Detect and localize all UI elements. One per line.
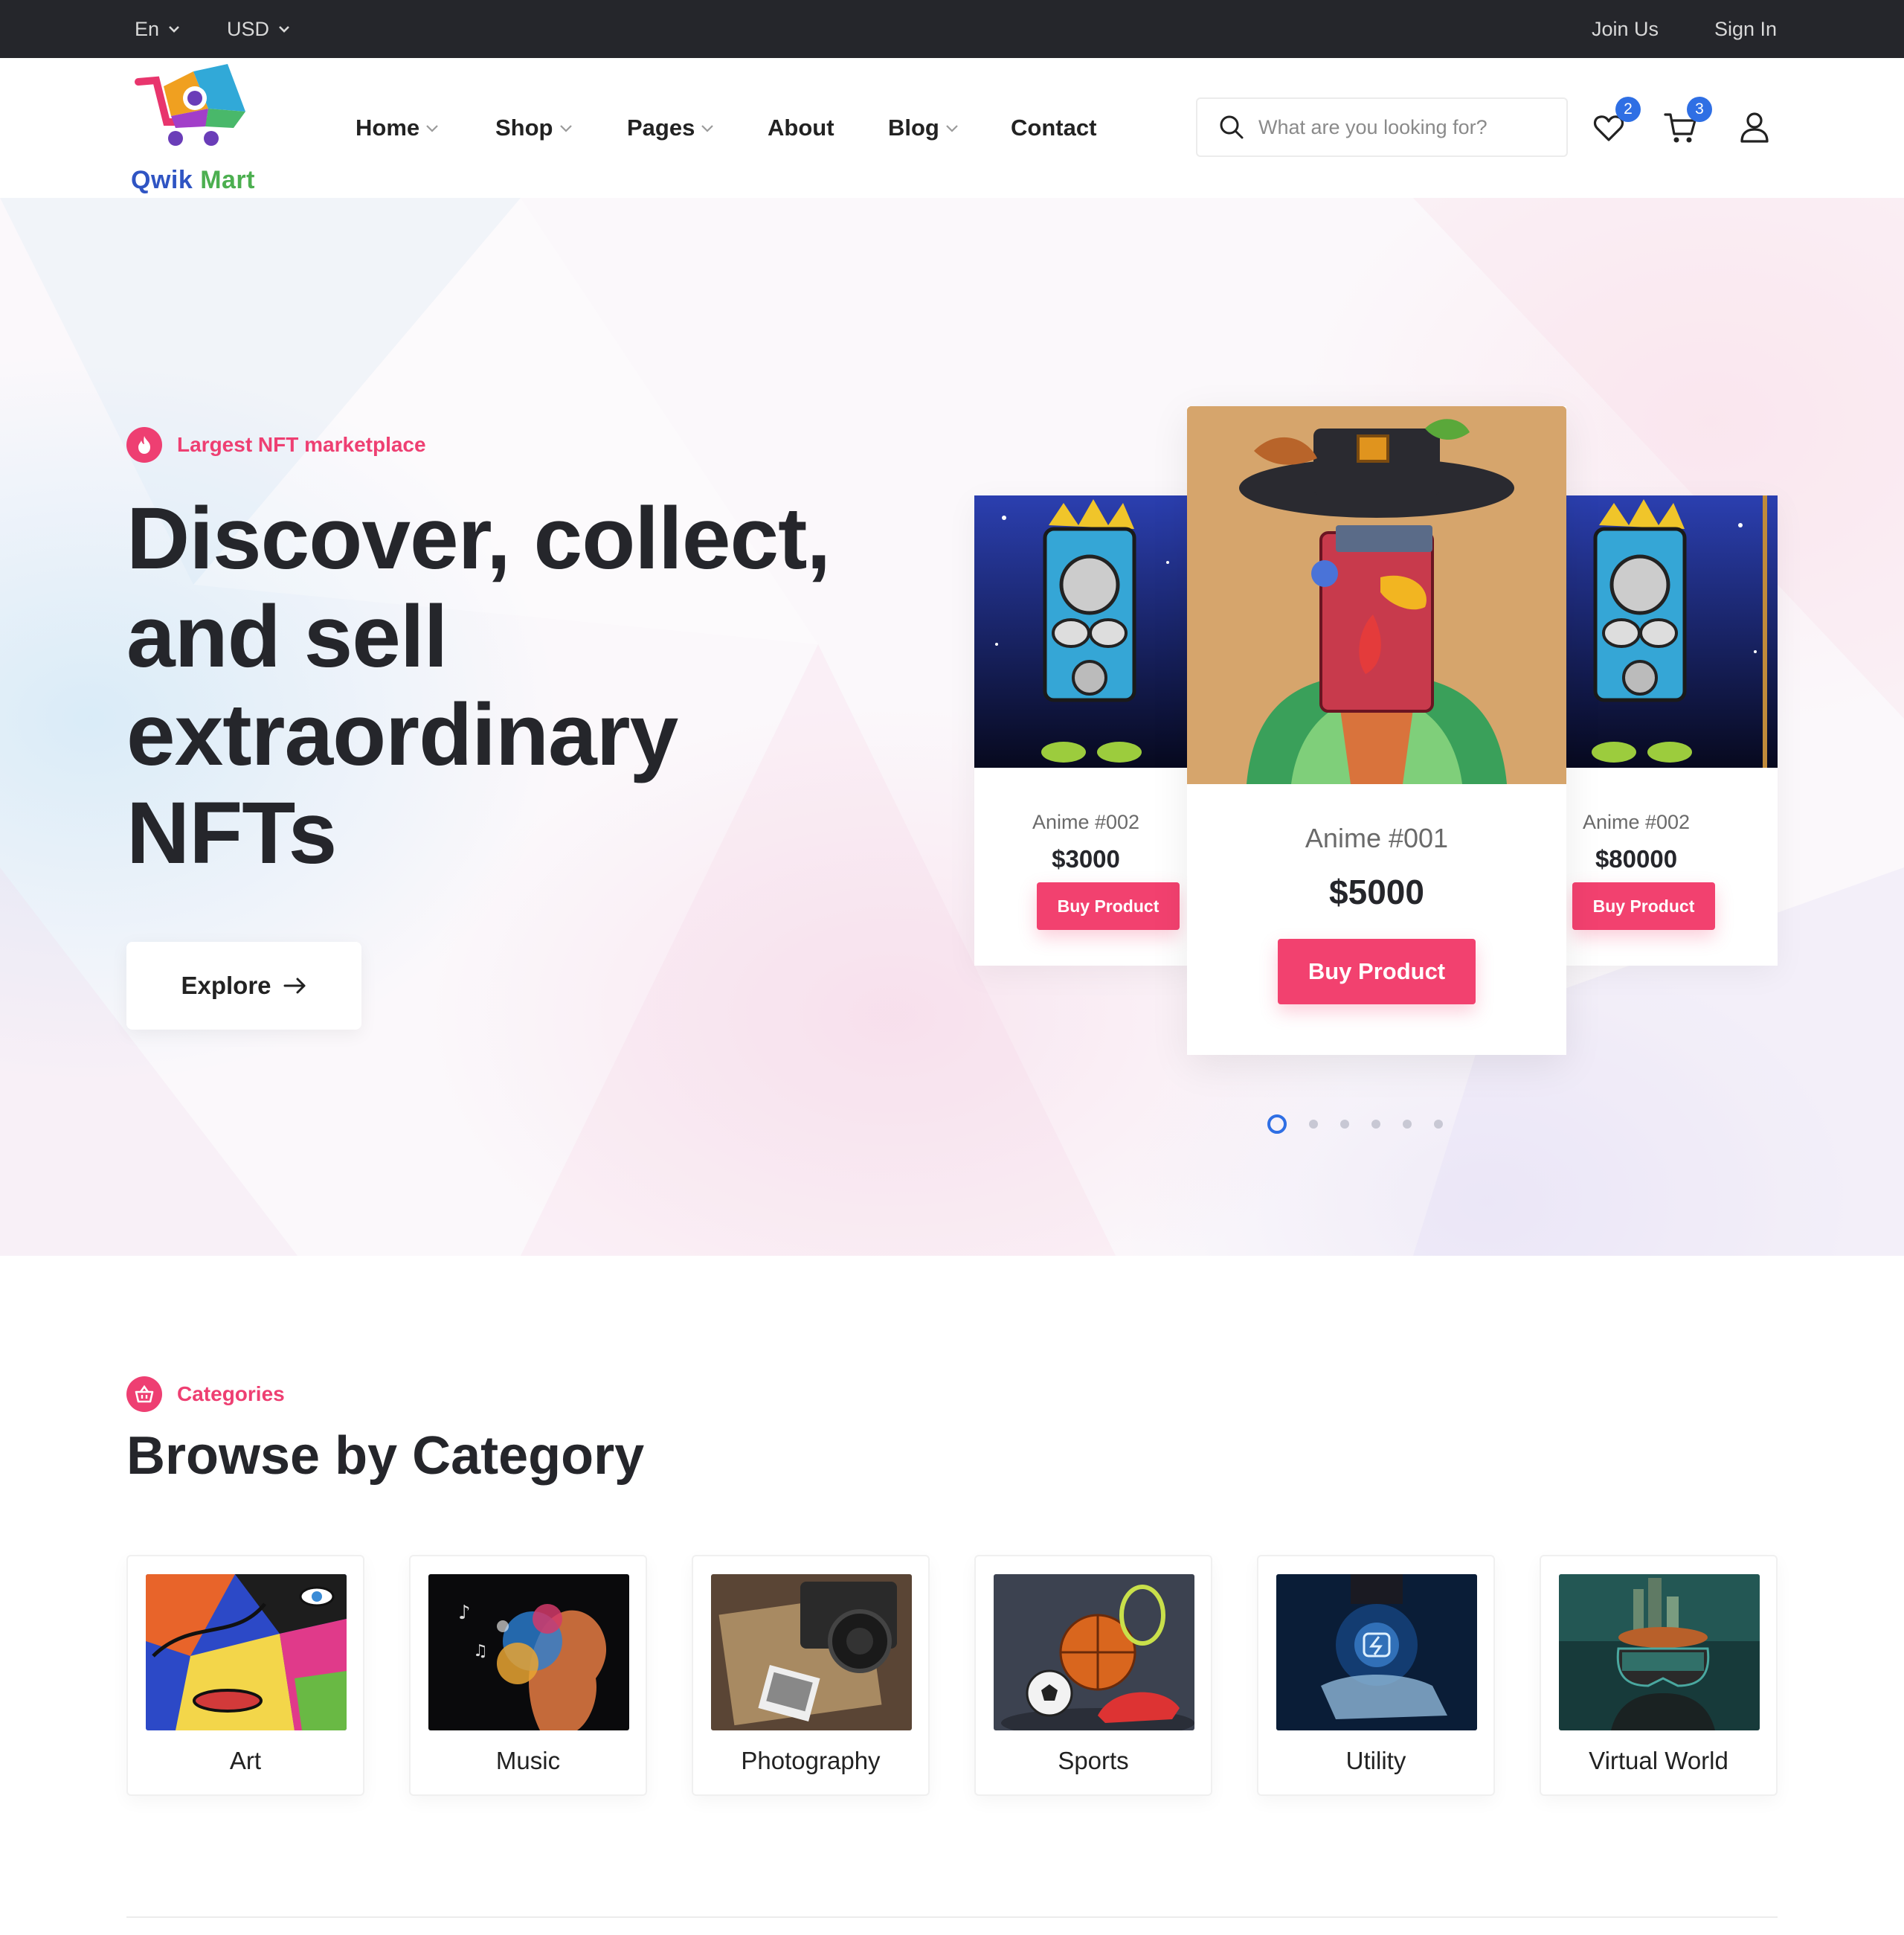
site-header: Qwik Mart Home Shop Pages About Blog Con… (0, 58, 1904, 198)
category-label: Utility (1345, 1747, 1406, 1774)
nft-name: Anime #001 (1305, 823, 1449, 853)
nft-name: Anime #002 (1032, 811, 1140, 833)
cart-button[interactable]: 3 (1663, 97, 1712, 147)
chevron-down-icon (946, 125, 958, 132)
language-selector[interactable]: En (135, 0, 181, 58)
search-input[interactable] (1258, 115, 1548, 139)
svg-text:♫: ♫ (473, 1642, 488, 1660)
chevron-down-icon (426, 125, 438, 132)
nav-home[interactable]: Home (356, 58, 440, 198)
logo-wordmark: Qwik Mart (131, 166, 255, 195)
nft-price: $3000 (1052, 845, 1120, 873)
user-icon (1740, 112, 1769, 143)
logo-word-mart: Mart (200, 166, 255, 194)
category-image-music: ♪ ♫ (428, 1574, 629, 1730)
nft-artwork-rooster[interactable] (1187, 406, 1566, 784)
logo-word-qwik: Qwik (131, 166, 193, 194)
join-us-link[interactable]: Join Us (1592, 0, 1659, 58)
nft-artwork-robot-king[interactable] (974, 495, 1197, 768)
slider-dot[interactable] (1309, 1120, 1318, 1129)
slider-dot[interactable] (1371, 1120, 1380, 1129)
categories-title: Browse by Category (126, 1426, 645, 1486)
language-value: En (135, 17, 160, 40)
explore-label: Explore (181, 972, 271, 999)
nft-price: $5000 (1329, 873, 1424, 911)
category-card-virtual-world[interactable]: Virtual World (1540, 1555, 1778, 1796)
slider-dot[interactable] (1340, 1120, 1349, 1129)
section-divider (126, 1916, 1778, 1918)
nft-card-right: Anime #002 $80000 Buy Product (1554, 495, 1778, 966)
hero-tag-text: Largest NFT marketplace (177, 433, 426, 456)
hero-title: Discover, collect, and sell extraordinar… (126, 490, 831, 882)
category-card-sports[interactable]: Sports (974, 1555, 1212, 1796)
category-image-art (146, 1574, 347, 1730)
flame-icon (126, 427, 162, 463)
category-label: Photography (741, 1747, 881, 1774)
nav-shop-label: Shop (495, 115, 553, 141)
category-label: Sports (1058, 1747, 1129, 1774)
sign-in-link[interactable]: Sign In (1714, 0, 1777, 58)
logo-cart-icon (135, 64, 245, 146)
buy-product-button[interactable]: Buy Product (1572, 882, 1715, 930)
chevron-down-icon (169, 26, 179, 33)
search-icon[interactable] (1218, 114, 1245, 141)
nft-card-featured: Anime #001 $5000 Buy Product (1187, 406, 1566, 1055)
currency-value: USD (227, 17, 270, 40)
nft-artwork-robot-king[interactable] (1554, 495, 1778, 768)
currency-selector[interactable]: USD (227, 0, 292, 58)
top-utility-bar: En USD Join Us Sign In (0, 0, 1904, 58)
nav-shop[interactable]: Shop (495, 58, 574, 198)
basket-icon (126, 1376, 162, 1412)
category-image-virtual-world (1559, 1574, 1760, 1730)
category-card-utility[interactable]: Utility (1257, 1555, 1495, 1796)
nav-home-label: Home (356, 115, 420, 141)
category-image-sports (994, 1574, 1194, 1730)
buy-product-button[interactable]: Buy Product (1037, 882, 1180, 930)
slider-pagination (1267, 1114, 1443, 1134)
category-card-music[interactable]: ♪ ♫ Music (409, 1555, 647, 1796)
search-box (1196, 97, 1568, 157)
nav-pages-label: Pages (627, 115, 695, 141)
slider-dot[interactable] (1403, 1120, 1412, 1129)
categories-tagline: Categories (126, 1376, 285, 1412)
category-label: Virtual World (1589, 1747, 1728, 1774)
slider-dot[interactable] (1434, 1120, 1443, 1129)
nav-about-label: About (768, 115, 834, 141)
chevron-down-icon (559, 125, 572, 132)
slider-dot-active[interactable] (1267, 1114, 1287, 1134)
cart-count-badge: 3 (1687, 97, 1712, 122)
chevron-down-icon (701, 125, 714, 132)
wishlist-count-badge: 2 (1615, 97, 1641, 122)
qwik-mart-logo[interactable]: Qwik Mart (131, 64, 257, 198)
arrow-right-icon (283, 978, 306, 994)
nav-pages[interactable]: Pages (627, 58, 715, 198)
svg-text:♪: ♪ (458, 1602, 471, 1624)
category-card-photography[interactable]: Photography (692, 1555, 930, 1796)
categories-tag-text: Categories (177, 1382, 285, 1405)
nav-contact[interactable]: Contact (1011, 58, 1096, 198)
hero-tagline: Largest NFT marketplace (126, 427, 426, 463)
category-image-photography (711, 1574, 912, 1730)
category-label: Music (495, 1747, 561, 1774)
nav-blog[interactable]: Blog (888, 58, 960, 198)
account-button[interactable] (1737, 109, 1776, 147)
nav-about[interactable]: About (768, 58, 834, 198)
nft-name: Anime #002 (1582, 811, 1691, 833)
nav-blog-label: Blog (888, 115, 939, 141)
category-image-utility (1276, 1574, 1477, 1730)
chevron-down-icon (279, 26, 289, 33)
buy-product-button[interactable]: Buy Product (1278, 939, 1476, 1004)
nft-card-left: Anime #002 $3000 Buy Product (974, 495, 1197, 966)
category-card-art[interactable]: Art (126, 1555, 364, 1796)
wishlist-button[interactable]: 2 (1592, 97, 1641, 147)
hero-section: Largest NFT marketplace Discover, collec… (0, 198, 1904, 1256)
category-label: Art (229, 1747, 262, 1774)
explore-button[interactable]: Explore (126, 942, 361, 1030)
nft-price: $80000 (1595, 845, 1678, 873)
nav-contact-label: Contact (1011, 115, 1097, 141)
